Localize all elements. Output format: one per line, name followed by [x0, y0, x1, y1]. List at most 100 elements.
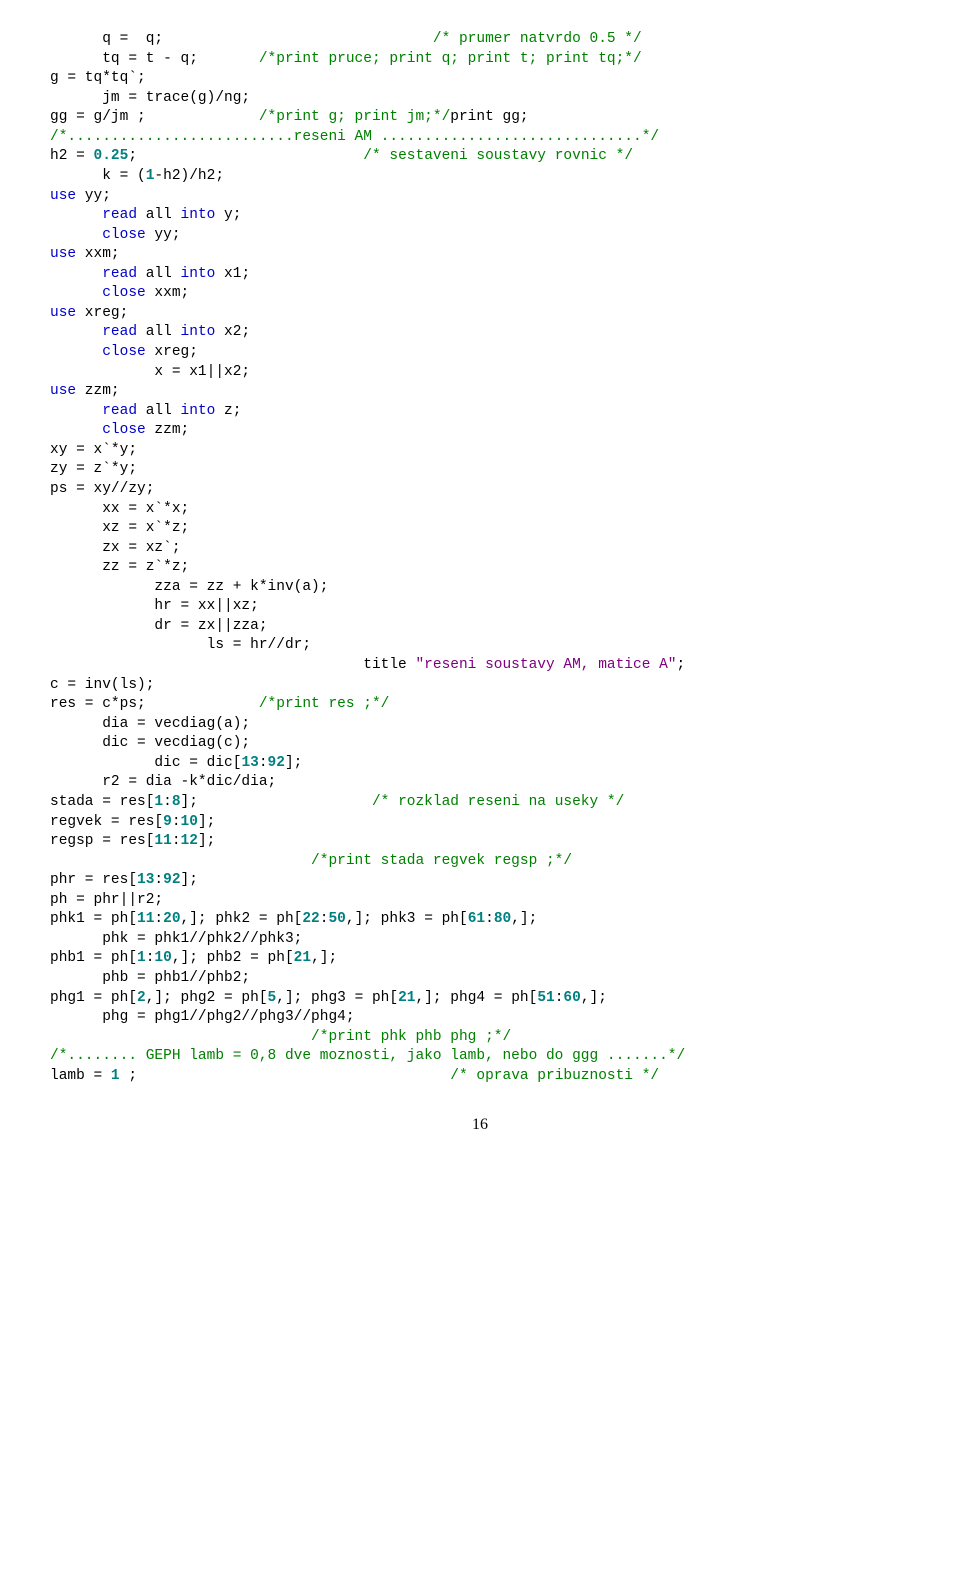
code-segment: zy = z`*y; [50, 461, 137, 477]
code-segment: 11 [137, 911, 154, 927]
code-segment: ]; [285, 755, 302, 771]
code-segment: x1; [215, 266, 250, 282]
code-segment: into [181, 266, 216, 282]
code-segment: /*print phk phb phg ;*/ [311, 1029, 511, 1045]
code-segment: 92 [163, 872, 180, 888]
code-segment: read [102, 403, 137, 419]
code-segment: 10 [154, 950, 171, 966]
code-segment: phb = phb1//phb2; [50, 970, 250, 986]
code-segment [50, 853, 311, 869]
code-segment: close [102, 227, 146, 243]
code-segment: ; [677, 657, 686, 673]
code-segment: : [485, 911, 494, 927]
code-segment: regvek = res[ [50, 814, 163, 830]
code-segment: use [50, 305, 76, 321]
code-segment: all [137, 207, 181, 223]
code-segment [50, 403, 102, 419]
code-segment: read [102, 207, 137, 223]
code-segment: 60 [563, 990, 580, 1006]
code-segment: /* rozklad reseni na useky */ [372, 794, 624, 810]
code-segment: 2 [137, 990, 146, 1006]
code-segment: xy = x`*y; [50, 442, 137, 458]
code-segment: 1 [154, 794, 163, 810]
code-segment: : [154, 872, 163, 888]
code-segment: close [102, 344, 146, 360]
code-segment: ph = phr||r2; [50, 892, 163, 908]
code-segment: 8 [172, 794, 181, 810]
code-segment: read [102, 266, 137, 282]
code-segment: 11 [154, 833, 171, 849]
code-segment: stada = res[ [50, 794, 154, 810]
code-segment: phk = phk1//phk2//phk3; [50, 931, 302, 947]
code-segment: : [172, 814, 181, 830]
code-segment: into [181, 207, 216, 223]
code-segment: dia = vecdiag(a); [50, 716, 250, 732]
code-segment [50, 266, 102, 282]
code-segment: hr = xx||xz; [50, 598, 259, 614]
code-segment: use [50, 383, 76, 399]
code-segment: into [181, 324, 216, 340]
code-segment: ]; [181, 872, 198, 888]
code-segment: use [50, 246, 76, 262]
code-segment: 5 [268, 990, 277, 1006]
code-segment: zzm; [146, 422, 190, 438]
code-segment: ]; [198, 833, 215, 849]
code-segment: ,]; [581, 990, 607, 1006]
code-segment: k = ( [50, 168, 146, 184]
code-segment: yy; [146, 227, 181, 243]
code-segment: xxm; [76, 246, 120, 262]
code-segment: /*print g; print jm;*/ [259, 109, 450, 125]
code-segment: read [102, 324, 137, 340]
code-segment: phg1 = ph[ [50, 990, 137, 1006]
code-segment: 21 [294, 950, 311, 966]
code-segment [50, 344, 102, 360]
code-segment: phr = res[ [50, 872, 137, 888]
code-segment: : [259, 755, 268, 771]
code-segment [50, 227, 102, 243]
code-segment: ,]; phk3 = ph[ [346, 911, 468, 927]
code-segment: 9 [163, 814, 172, 830]
code-segment: x = x1||x2; [50, 364, 250, 380]
code-segment [50, 1029, 311, 1045]
code-segment: 20 [163, 911, 180, 927]
code-segment: res = c*ps; [50, 696, 259, 712]
code-segment: 10 [181, 814, 198, 830]
code-segment: /* sestaveni soustavy rovnic */ [363, 148, 633, 164]
code-segment: /*........ GEPH lamb = 0,8 dve moznosti,… [50, 1048, 685, 1064]
code-segment: xreg; [76, 305, 128, 321]
code-segment: phg = phg1//phg2//phg3//phg4; [50, 1009, 355, 1025]
code-segment: x2; [215, 324, 250, 340]
code-segment: title [50, 657, 415, 673]
code-segment: r2 = dia -k*dic/dia; [50, 774, 276, 790]
code-segment: print gg; [450, 109, 528, 125]
code-segment: h2 = [50, 148, 94, 164]
code-segment: : [172, 833, 181, 849]
code-segment: /*print pruce; print q; print t; print t… [259, 51, 642, 67]
code-segment: ls = hr//dr; [50, 637, 311, 653]
code-segment: into [181, 403, 216, 419]
code-segment: 51 [537, 990, 554, 1006]
code-segment: ,]; phg3 = ph[ [276, 990, 398, 1006]
code-segment: ]; [181, 794, 372, 810]
code-segment: 12 [181, 833, 198, 849]
code-segment: gg = g/jm ; [50, 109, 259, 125]
code-segment [50, 207, 102, 223]
code-segment: zza = zz + k*inv(a); [50, 579, 328, 595]
code-segment: zz = z`*z; [50, 559, 189, 575]
code-segment: ,]; phg4 = ph[ [415, 990, 537, 1006]
code-segment: 1 [111, 1068, 120, 1084]
code-segment: "reseni soustavy AM, matice A" [415, 657, 676, 673]
code-segment: phb1 = ph[ [50, 950, 137, 966]
code-segment: all [137, 266, 181, 282]
code-segment: phk1 = ph[ [50, 911, 137, 927]
code-segment: regsp = res[ [50, 833, 154, 849]
code-segment: 50 [328, 911, 345, 927]
code-block: q = q; /* prumer natvrdo 0.5 */ tq = t -… [50, 30, 910, 1086]
code-segment: ,]; phg2 = ph[ [146, 990, 268, 1006]
code-segment [50, 422, 102, 438]
code-segment: 13 [137, 872, 154, 888]
code-segment: ; [120, 1068, 451, 1084]
code-segment: use [50, 188, 76, 204]
code-segment: xxm; [146, 285, 190, 301]
code-segment: ,]; phb2 = ph[ [172, 950, 294, 966]
